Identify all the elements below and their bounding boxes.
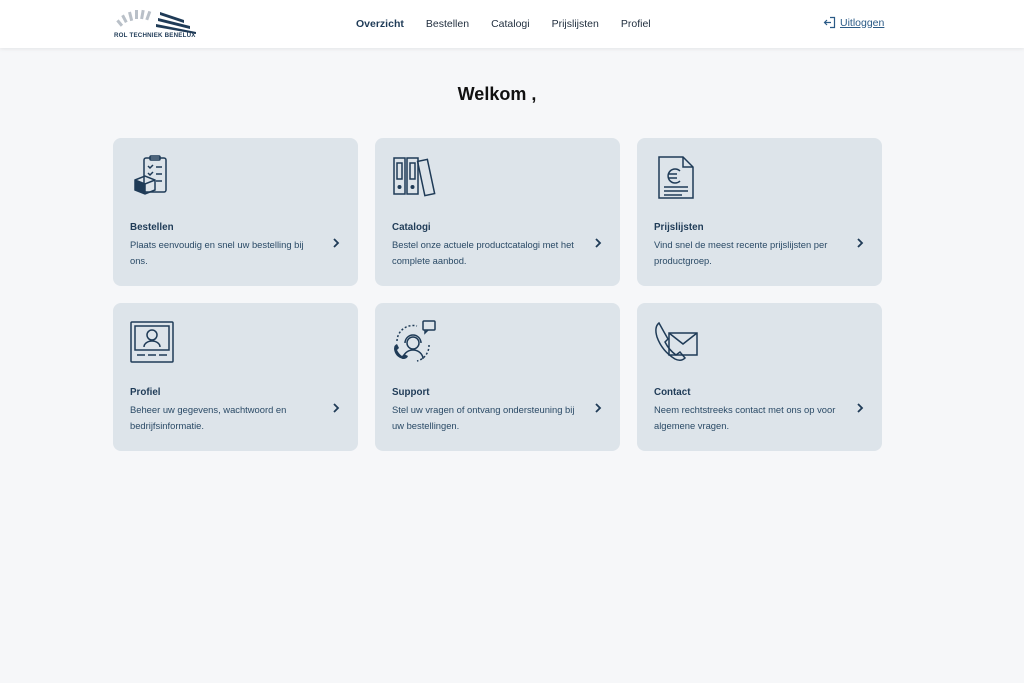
card-title: Bestellen <box>130 222 174 233</box>
nav-item-profiel[interactable]: Profiel <box>621 18 651 30</box>
card-description: Stel uw vragen of ontvang ondersteuning … <box>392 404 575 431</box>
logout-button[interactable]: Uitloggen <box>823 16 884 29</box>
logout-label: Uitloggen <box>840 16 885 29</box>
card-description: Vind snel de meest recente prijslijsten … <box>654 239 828 266</box>
card-description: Neem rechtstreeks contact met ons op voo… <box>654 404 836 431</box>
card-support[interactable]: Support Stel uw vragen of ontvang onders… <box>375 303 620 451</box>
nav-item-catalogi[interactable]: Catalogi <box>491 18 530 30</box>
binders-icon <box>393 157 436 197</box>
top-header: ROL TECHNIEK BENELUX Overzicht Bestellen… <box>0 0 1024 48</box>
logout-icon <box>823 16 836 29</box>
page-title: Welkom , <box>457 84 537 104</box>
euro-document-icon <box>658 156 694 199</box>
profile-card-icon <box>130 321 174 363</box>
card-title: Contact <box>654 387 691 398</box>
logo-text: ROL TECHNIEK BENELUX <box>114 32 196 39</box>
card-catalogi[interactable]: Catalogi Bestel onze actuele productcata… <box>375 138 620 286</box>
card-contact[interactable]: Contact Neem rechtstreeks contact met on… <box>637 303 882 451</box>
card-title: Catalogi <box>392 222 431 233</box>
card-profiel[interactable]: Profiel Beheer uw gegevens, wachtwoord e… <box>113 303 358 451</box>
nav-item-prijslijsten[interactable]: Prijslijsten <box>552 18 599 30</box>
nav-item-bestellen[interactable]: Bestellen <box>426 18 469 30</box>
chevron-right-icon <box>333 238 340 248</box>
main-nav: Overzicht Bestellen Catalogi Prijslijste… <box>356 0 673 48</box>
card-bestellen[interactable]: Bestellen Plaats eenvoudig en snel uw be… <box>113 138 358 286</box>
card-description: Bestel onze actuele productcatalogi met … <box>392 239 574 266</box>
card-prijslijsten[interactable]: Prijslijsten Vind snel de meest recente … <box>637 138 882 286</box>
company-logo[interactable]: ROL TECHNIEK BENELUX <box>114 6 198 42</box>
chevron-right-icon <box>857 403 864 413</box>
chevron-right-icon <box>333 403 340 413</box>
chevron-right-icon <box>857 238 864 248</box>
card-description: Plaats eenvoudig en snel uw bestelling b… <box>130 239 304 266</box>
logo-mark-icon <box>116 9 196 34</box>
phone-mail-icon <box>655 321 698 362</box>
card-title: Profiel <box>130 387 161 398</box>
order-clipboard-icon <box>134 155 167 195</box>
card-title: Support <box>392 387 430 398</box>
chevron-right-icon <box>595 238 602 248</box>
card-description: Beheer uw gegevens, wachtwoord en bedrij… <box>130 404 287 431</box>
card-title: Prijslijsten <box>654 222 704 233</box>
support-agent-icon <box>394 320 436 362</box>
nav-item-overzicht[interactable]: Overzicht <box>356 18 404 30</box>
chevron-right-icon <box>595 403 602 413</box>
